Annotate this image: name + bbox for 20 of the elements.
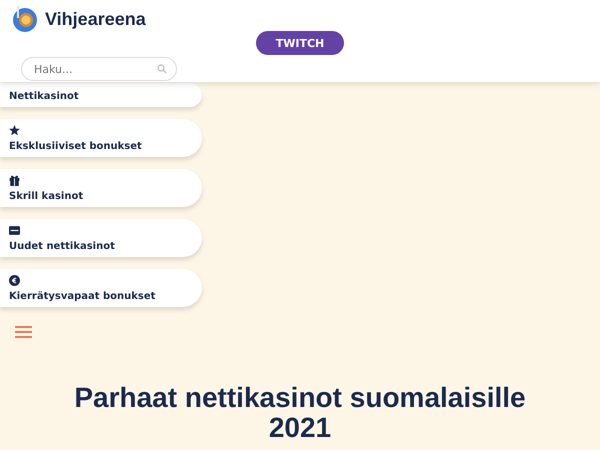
menu-card[interactable]: Skrill kasinot	[0, 169, 202, 207]
menu-card[interactable]: Eksklusiiviset bonukset	[0, 119, 202, 157]
euro-icon	[9, 275, 20, 286]
logo-text[interactable]: Vihjeareena	[45, 8, 146, 30]
gift-icon	[9, 175, 20, 186]
menu-label: Uudet nettikasinot	[9, 241, 116, 252]
menu-card[interactable]: Uudet nettikasinot	[0, 219, 202, 257]
search-icon[interactable]	[157, 64, 167, 74]
twitch-button[interactable]: TWITCH	[256, 31, 344, 55]
menu-card[interactable]: Kierrätysvapaat bonukset	[0, 269, 202, 307]
search-field[interactable]: Haku...	[21, 57, 177, 81]
menu-label: Skrill kasinot	[9, 191, 84, 202]
menu-label: Eksklusiiviset bonukset	[9, 141, 143, 152]
star-icon	[9, 125, 20, 136]
menu-label: Nettikasinot	[9, 91, 80, 102]
menu-card[interactable]: Nettikasinot	[0, 83, 202, 107]
page-heading: Parhaat nettikasinot suomalaisille 2021	[73, 383, 527, 443]
menu-label: Kierrätysvapaat bonukset	[9, 291, 156, 302]
menu-icon[interactable]	[15, 325, 32, 339]
new-badge-icon	[9, 225, 20, 236]
